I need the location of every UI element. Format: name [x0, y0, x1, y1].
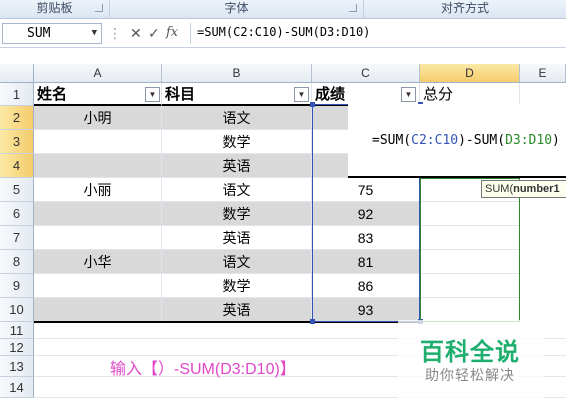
name-box-value: SUM — [27, 26, 51, 41]
cell-b6[interactable]: 数学 — [162, 202, 312, 226]
cell-b3[interactable]: 数学 — [162, 130, 312, 154]
column-header-b[interactable]: B — [162, 64, 312, 83]
cell-a7[interactable] — [34, 226, 162, 250]
row-header-7[interactable]: 7 — [0, 226, 34, 250]
name-box[interactable]: SUM ▼ — [2, 23, 102, 44]
row-header-9[interactable]: 9 — [0, 274, 34, 298]
ribbon-group-font[interactable]: 字体 — [110, 0, 364, 19]
cell-b1[interactable]: 科目 ▼ — [162, 83, 312, 106]
row-header-4[interactable]: 4 — [0, 154, 34, 178]
cell-a8[interactable]: 小华 — [34, 250, 162, 274]
cell-b7[interactable]: 英语 — [162, 226, 312, 250]
cell-c5[interactable]: 75 — [312, 178, 420, 202]
formula-ref-c: C2:C10 — [411, 133, 459, 148]
header-total-label: 总分 — [423, 86, 454, 103]
enter-icon[interactable]: ✓ — [148, 23, 160, 44]
row-header-12[interactable]: 12 — [0, 339, 34, 356]
row-header-10[interactable]: 10 — [0, 298, 34, 322]
cell-b5[interactable]: 语文 — [162, 178, 312, 202]
cell-editor[interactable]: =SUM(C2:C10)-SUM(D3:D10) — [348, 104, 566, 178]
cell-a1[interactable]: 姓名 ▼ — [34, 83, 162, 106]
ribbon-group-label: 字体 — [224, 1, 249, 15]
row-header-14[interactable]: 14 — [0, 377, 34, 398]
cell-a4[interactable] — [34, 154, 162, 178]
ribbon-group-alignment[interactable]: 对齐方式 — [364, 0, 566, 19]
select-all-corner[interactable] — [0, 64, 34, 83]
cell-a6[interactable] — [34, 202, 162, 226]
ribbon-group-label: 剪贴板 — [36, 1, 73, 15]
formula-suffix: ) — [552, 133, 560, 148]
cell-a9[interactable] — [34, 274, 162, 298]
column-header-d[interactable]: D — [420, 64, 520, 83]
tooltip-function: SUM( — [485, 183, 514, 195]
dialog-launcher-icon[interactable] — [95, 4, 103, 12]
cell-d1[interactable]: 总分 — [420, 83, 520, 106]
column-header-c[interactable]: C — [312, 64, 420, 83]
header-subject-label: 科目 — [165, 86, 196, 103]
cell-b9[interactable]: 数学 — [162, 274, 312, 298]
cell-d9[interactable] — [420, 274, 520, 298]
cell-c6[interactable]: 92 — [312, 202, 420, 226]
ribbon-group-clipboard[interactable]: 剪贴板 — [0, 0, 110, 19]
range-handle[interactable] — [310, 319, 315, 324]
watermark-tagline: 助你轻松解决 — [425, 367, 515, 383]
function-tooltip[interactable]: SUM(number1 — [481, 180, 566, 198]
header-score-label: 成绩 — [315, 86, 346, 103]
cell-b10[interactable]: 英语 — [162, 298, 312, 322]
cell-c1[interactable]: 成绩 ▼ — [312, 83, 420, 106]
cell-d7[interactable] — [420, 226, 520, 250]
instruction-annotation: 输入【）-SUM(D3:D10)】 — [110, 361, 296, 378]
formula-prefix: =SUM( — [372, 133, 412, 148]
filter-dropdown-icon[interactable]: ▼ — [145, 87, 160, 102]
cell-d8[interactable] — [420, 250, 520, 274]
filter-dropdown-icon[interactable]: ▼ — [401, 87, 416, 102]
ribbon-group-label: 对齐方式 — [440, 1, 489, 15]
splitter-icon[interactable]: ⋮ — [108, 23, 122, 44]
chevron-down-icon[interactable]: ▼ — [92, 24, 97, 43]
cell-a2[interactable]: 小明 — [34, 106, 162, 130]
ribbon-group-labels: 剪贴板 字体 对齐方式 — [0, 0, 566, 19]
formula-input[interactable]: =SUM(C2:C10)-SUM(D3:D10) — [190, 23, 562, 44]
cell-b2[interactable]: 语文 — [162, 106, 312, 130]
formula-ref-d: D3:D10 — [505, 133, 553, 148]
tooltip-argument: number1 — [513, 183, 560, 195]
cell-a10[interactable] — [34, 298, 162, 322]
cancel-icon[interactable]: ✕ — [130, 23, 142, 44]
row-header-11[interactable]: 11 — [0, 322, 34, 339]
row-header-1[interactable]: 1 — [0, 83, 34, 106]
cell-a3[interactable] — [34, 130, 162, 154]
row-header-3[interactable]: 3 — [0, 130, 34, 154]
column-header-a[interactable]: A — [34, 64, 162, 83]
cell-c8[interactable]: 81 — [312, 250, 420, 274]
formula-middle: )-SUM( — [458, 133, 506, 148]
watermark-logo: 百科全说 — [420, 339, 520, 366]
filter-dropdown-icon[interactable]: ▼ — [294, 87, 309, 102]
cell-c9[interactable]: 86 — [312, 274, 420, 298]
header-name-label: 姓名 — [37, 86, 68, 103]
cell-c10[interactable]: 93 — [312, 298, 420, 322]
row-header-13[interactable]: 13 — [0, 356, 34, 377]
cell-a5[interactable]: 小丽 — [34, 178, 162, 202]
formula-bar: SUM ▼ ⋮ ✕ ✓ fx =SUM(C2:C10)-SUM(D3:D10) — [0, 19, 566, 48]
cell-b4[interactable]: 英语 — [162, 154, 312, 178]
row-header-2[interactable]: 2 — [0, 106, 34, 130]
cell-d6[interactable] — [420, 202, 520, 226]
insert-function-icon[interactable]: fx — [166, 23, 178, 44]
cell-d10[interactable] — [420, 298, 520, 322]
dialog-launcher-icon[interactable] — [349, 4, 357, 12]
column-header-e[interactable]: E — [520, 64, 566, 83]
cell-c7[interactable]: 83 — [312, 226, 420, 250]
formula-buttons: ⋮ ✕ ✓ fx — [108, 23, 188, 44]
row-header-8[interactable]: 8 — [0, 250, 34, 274]
cell-b8[interactable]: 语文 — [162, 250, 312, 274]
table-bottom-border — [34, 321, 420, 323]
range-handle[interactable] — [310, 102, 315, 107]
row-header-6[interactable]: 6 — [0, 202, 34, 226]
row-header-5[interactable]: 5 — [0, 178, 34, 202]
